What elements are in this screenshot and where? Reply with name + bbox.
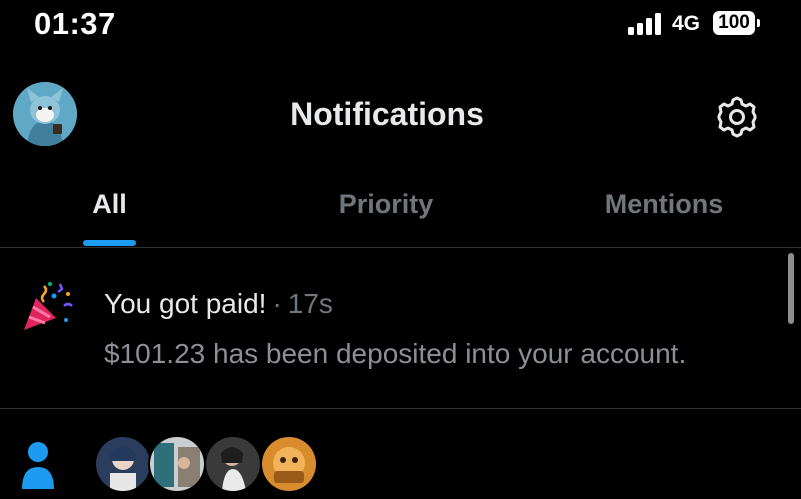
tab-priority[interactable]: Priority	[272, 172, 500, 247]
battery-icon: 100	[713, 11, 762, 37]
separator-dot: ·	[272, 288, 282, 319]
user-avatar-3[interactable]	[204, 435, 262, 493]
user-avatar-4[interactable]	[260, 435, 318, 493]
tab-label: All	[92, 189, 127, 219]
network-type: 4G	[672, 12, 701, 35]
scrollbar[interactable]	[788, 253, 794, 324]
tab-bar: All Priority Mentions	[0, 172, 801, 248]
header: Notifications	[0, 52, 801, 172]
tab-label: Mentions	[604, 189, 724, 219]
notification-body: $101.23 has been deposited into your acc…	[104, 338, 687, 369]
notification-headline: You got paid! · 17s	[104, 288, 333, 320]
signal-bars-icon	[628, 13, 664, 35]
active-tab-indicator	[83, 240, 136, 246]
notification-title: You got paid!	[104, 288, 267, 319]
notification-item[interactable]	[0, 409, 801, 499]
tab-mentions[interactable]: Mentions	[550, 172, 778, 247]
status-time: 01:37	[34, 6, 116, 41]
party-popper-icon	[20, 280, 74, 334]
gear-icon[interactable]	[714, 94, 760, 140]
avatar-group	[94, 435, 334, 495]
notification-item[interactable]: You got paid! · 17s $101.23 has been depos…	[0, 248, 801, 409]
status-bar: 01:37 4G 100	[0, 0, 801, 52]
page-title: Notifications	[290, 96, 484, 132]
tab-label: Priority	[338, 189, 434, 219]
person-icon	[20, 439, 56, 489]
user-avatar-2[interactable]	[148, 435, 206, 493]
tab-all[interactable]: All	[0, 172, 219, 247]
user-avatar-1[interactable]	[94, 435, 152, 493]
notification-time: 17s	[287, 288, 333, 319]
battery-level: 100	[713, 11, 755, 35]
